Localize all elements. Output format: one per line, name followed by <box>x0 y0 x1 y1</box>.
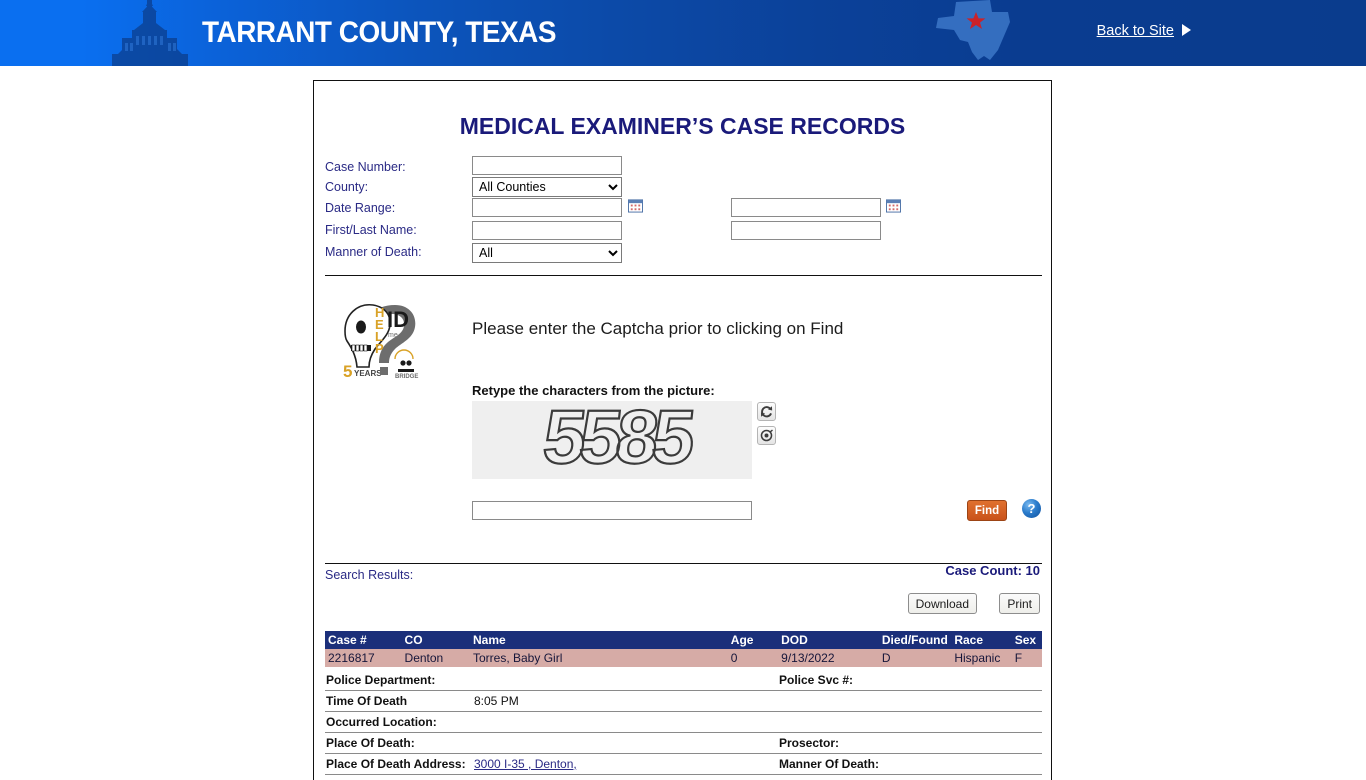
label-date-range: Date Range: <box>325 201 396 215</box>
value-place-of-death <box>473 732 778 754</box>
calendar-icon-to[interactable] <box>886 198 901 213</box>
texas-map-icon <box>936 0 1010 60</box>
label-occurred-location: Occurred Location: <box>325 711 473 733</box>
case-detail-table: Police Department: Police Svc #: Time Of… <box>325 670 1042 775</box>
manner-of-death-select[interactable]: All <box>472 243 622 263</box>
col-case-number[interactable]: Case # <box>325 631 402 649</box>
value-prosector <box>918 732 1042 754</box>
banner-title: TARRANT COUNTY, TEXAS <box>202 16 556 49</box>
help-id-me-logo-icon: H E L P ID me 5 YEARS BRIDGE <box>343 304 418 381</box>
date-range-to-input[interactable] <box>731 198 881 217</box>
table-row[interactable]: 2216817 Denton Torres, Baby Girl 0 9/13/… <box>325 649 1042 667</box>
help-question-icon[interactable]: ? <box>1022 499 1041 518</box>
logo-letter-p: P <box>375 341 384 356</box>
cell-case-number: 2216817 <box>325 649 402 667</box>
svg-text:ID: ID <box>387 307 409 332</box>
captcha-refresh-icon[interactable] <box>757 402 776 421</box>
first-name-input[interactable] <box>472 221 622 240</box>
label-first-last-name: First/Last Name: <box>325 223 417 237</box>
label-place-of-death: Place Of Death: <box>325 732 473 754</box>
chevron-right-icon <box>1182 24 1191 36</box>
case-number-input[interactable] <box>472 156 622 175</box>
label-prosector: Prosector: <box>778 732 918 754</box>
svg-text:BRIDGE: BRIDGE <box>395 374 418 380</box>
results-divider <box>325 563 1042 564</box>
cell-name: Torres, Baby Girl <box>470 649 728 667</box>
captcha-code-text: 5585 <box>539 401 698 479</box>
detail-row-place-of-death-address: Place Of Death Address: 3000 I-35 , Dent… <box>325 753 1042 775</box>
detail-row-occurred-location: Occurred Location: <box>325 711 1042 733</box>
label-manner-of-death: Manner of Death: <box>325 245 422 259</box>
spacer-cell-4 <box>918 711 1042 733</box>
last-name-input[interactable] <box>731 221 881 240</box>
main-panel: MEDICAL EXAMINER’S CASE RECORDS Case Num… <box>313 80 1052 780</box>
calendar-icon-from[interactable] <box>628 198 643 213</box>
form-divider <box>325 275 1042 276</box>
page-title: MEDICAL EXAMINER’S CASE RECORDS <box>459 113 906 139</box>
label-police-department: Police Department: <box>325 670 473 691</box>
search-results-label: Search Results: <box>325 568 414 582</box>
label-time-of-death: Time Of Death <box>325 690 473 712</box>
courthouse-logo-icon <box>112 0 188 66</box>
col-name[interactable]: Name <box>470 631 728 649</box>
case-count-label: Case Count: 10 <box>945 563 1040 578</box>
captcha-image: 5585 <box>472 401 752 479</box>
label-county: County: <box>325 180 369 194</box>
detail-row-place-of-death: Place Of Death: Prosector: <box>325 732 1042 754</box>
col-died-found[interactable]: Died/Found <box>878 631 952 649</box>
col-co[interactable]: CO <box>401 631 470 649</box>
col-age[interactable]: Age <box>727 631 779 649</box>
captcha-notice: Please enter the Captcha prior to clicki… <box>472 319 844 338</box>
results-table: Case # CO Name Age DOD Died/Found Race S… <box>325 631 1042 667</box>
cell-sex: F <box>1011 649 1042 667</box>
county-select[interactable]: All Counties <box>472 177 622 197</box>
value-time-of-death: 8:05 PM <box>473 690 778 712</box>
cell-died-found: D <box>878 649 952 667</box>
captcha-audio-icon[interactable] <box>757 426 776 445</box>
cell-co: Denton <box>401 649 470 667</box>
label-manner-of-death: Manner Of Death: <box>778 753 918 775</box>
col-sex[interactable]: Sex <box>1011 631 1042 649</box>
date-range-from-input[interactable] <box>472 198 622 217</box>
label-place-of-death-address: Place Of Death Address: <box>325 753 473 775</box>
find-button[interactable]: Find <box>967 500 1007 521</box>
col-dod[interactable]: DOD <box>778 631 879 649</box>
captcha-retype-label: Retype the characters from the picture: <box>472 383 715 398</box>
cell-dod: 9/13/2022 <box>778 649 879 667</box>
label-case-number: Case Number: <box>325 160 406 174</box>
value-occurred-location <box>473 711 778 733</box>
detail-row-time-of-death: Time Of Death 8:05 PM <box>325 690 1042 712</box>
print-button[interactable]: Print <box>999 593 1040 614</box>
cell-age: 0 <box>727 649 779 667</box>
spacer-cell-2 <box>918 690 1042 712</box>
captcha-input[interactable] <box>472 501 752 520</box>
site-banner: TARRANT COUNTY, TEXAS Back to Site <box>0 0 1366 66</box>
svg-text:YEARS: YEARS <box>354 369 382 378</box>
detail-row-police-department: Police Department: Police Svc #: <box>325 670 1042 691</box>
download-button[interactable]: Download <box>907 593 977 614</box>
spacer-cell-3 <box>778 711 918 733</box>
spacer-cell-1 <box>778 690 918 712</box>
back-to-site-link[interactable]: Back to Site <box>1097 23 1174 39</box>
cell-race: Hispanic <box>951 649 1012 667</box>
value-police-svc <box>918 670 1042 691</box>
col-race[interactable]: Race <box>951 631 1012 649</box>
label-police-svc: Police Svc #: <box>778 670 918 691</box>
search-form: Case Number: County: Date Range: First/L… <box>314 156 1051 270</box>
svg-text:me: me <box>388 332 398 339</box>
value-manner-of-death <box>918 753 1042 775</box>
place-of-death-address-link[interactable]: 3000 I-35 , Denton, <box>474 757 577 771</box>
table-header-row: Case # CO Name Age DOD Died/Found Race S… <box>325 631 1042 649</box>
svg-text:5: 5 <box>343 362 352 381</box>
value-police-department <box>473 670 778 691</box>
